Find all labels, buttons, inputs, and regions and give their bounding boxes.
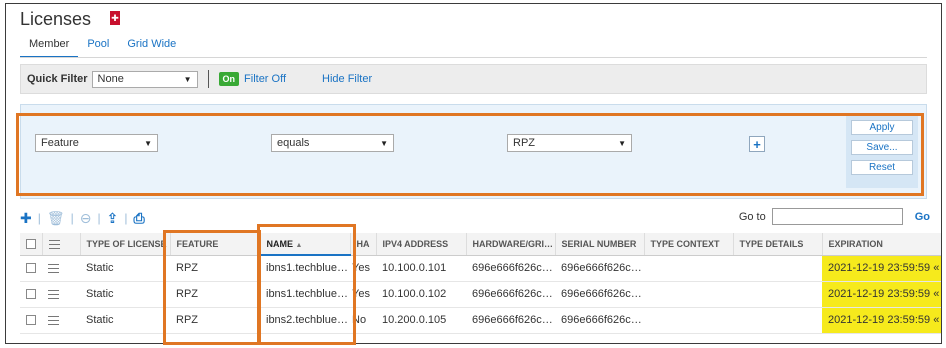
page-title: Licenses [20, 9, 92, 29]
export-icon[interactable]: ⇪ [107, 210, 119, 227]
table-cell: 10.100.0.101 [376, 255, 466, 282]
table-cell-expiration: 2021-12-19 23:59:59 « [822, 255, 941, 282]
toolbar-separator: | [124, 211, 128, 225]
row-checkbox[interactable] [20, 281, 42, 308]
table-row[interactable]: Static RPZ ibns1.techblue.net Yes 10.100… [20, 255, 941, 282]
table-cell [733, 255, 822, 282]
bookmark-icon[interactable]: ✚ [110, 11, 120, 25]
table-row[interactable]: Static RPZ ibns2.techblue.net No 10.200.… [20, 307, 941, 334]
table-cell-expiration: 2021-12-19 23:59:59 « [822, 307, 941, 334]
toolbar-separator: | [37, 211, 41, 225]
tab-member[interactable]: Member [20, 38, 79, 58]
filter-status-link[interactable]: Filter Off [244, 73, 286, 85]
quick-filter-value: None [97, 73, 124, 85]
table-cell [733, 281, 822, 308]
column-header[interactable]: TYPE CONTEXT [644, 233, 734, 256]
table-cell [644, 255, 733, 282]
column-header[interactable]: TYPE DETAILS [733, 233, 823, 256]
table-cell: 696e666f626c6f... [555, 281, 644, 308]
goto-button[interactable]: Go [915, 211, 930, 223]
filter-toggle[interactable]: On [218, 72, 240, 86]
column-header[interactable]: SERIAL NUMBER [555, 233, 645, 256]
filter-highlight-box [16, 113, 924, 196]
table-cell: 696e666f626c6f... [466, 255, 555, 282]
chevron-down-icon: ▼ [183, 74, 192, 84]
select-all-checkbox[interactable] [20, 233, 43, 256]
table-row[interactable]: Static RPZ ibns1.techblue.net Yes 10.100… [20, 281, 941, 308]
hide-filter-link[interactable]: Hide Filter [322, 73, 372, 85]
table-cell: 10.200.0.105 [376, 307, 466, 334]
table-cell: Static [80, 255, 170, 282]
goto-label: Go to [738, 210, 766, 223]
table-cell [644, 307, 733, 334]
row-checkbox[interactable] [20, 307, 42, 334]
row-menu-icon[interactable] [42, 281, 80, 308]
goto-input[interactable] [771, 208, 903, 225]
tab-bar: Member Pool Grid Wide [20, 38, 185, 58]
row-checkbox[interactable] [20, 255, 42, 282]
row-menu-icon[interactable] [42, 307, 80, 334]
row-menu-icon[interactable] [42, 255, 80, 282]
name-column-highlight-box [257, 224, 356, 345]
table-cell: 696e666f626c6f... [466, 307, 555, 334]
trash-icon[interactable]: 🗑 [47, 210, 65, 227]
goto-group: Go to Go [739, 208, 930, 225]
grid-toolbar: ✚ | 🗑 | ⊖ | ⇪ | ⎙ Go to Go [20, 208, 930, 228]
toolbar-separator: | [97, 211, 101, 225]
licenses-table: TYPE OF LICENSE FEATURE NAME ▲ HA IPV4 A… [20, 233, 941, 334]
quick-filter-select[interactable]: None ▼ [91, 70, 198, 88]
quick-filter-label: Quick Filter [27, 73, 88, 85]
print-icon[interactable]: ⎙ [133, 210, 144, 227]
table-cell: Static [80, 281, 170, 308]
column-header[interactable]: HARDWARE/GRID ... [466, 233, 556, 256]
divider [207, 70, 209, 88]
table-cell [733, 307, 822, 334]
tab-grid-wide[interactable]: Grid Wide [118, 38, 185, 58]
table-cell: 696e666f626c6f... [555, 255, 644, 282]
table-cell-expiration: 2021-12-19 23:59:59 « [822, 281, 941, 308]
table-header-row: TYPE OF LICENSE FEATURE NAME ▲ HA IPV4 A… [20, 233, 941, 256]
table-cell: 696e666f626c6f... [555, 307, 644, 334]
feature-column-highlight-box [163, 230, 261, 345]
column-header[interactable]: IPV4 ADDRESS [376, 233, 467, 256]
column-header[interactable]: TYPE OF LICENSE [80, 233, 171, 256]
column-header[interactable]: EXPIRATION [822, 233, 941, 256]
table-cell [644, 281, 733, 308]
toolbar-separator: | [70, 211, 74, 225]
tab-pool[interactable]: Pool [78, 38, 118, 58]
table-cell: 10.100.0.102 [376, 281, 466, 308]
remove-icon[interactable]: ⊖ [80, 210, 92, 227]
column-menu-icon[interactable] [42, 233, 81, 256]
table-cell: 696e666f626c6f... [466, 281, 555, 308]
table-cell: Static [80, 307, 170, 334]
add-icon[interactable]: ✚ [20, 210, 32, 227]
quick-filter-bar: Quick Filter None ▼ On Filter Off Hide F… [20, 64, 927, 94]
tabs-divider [20, 57, 927, 58]
